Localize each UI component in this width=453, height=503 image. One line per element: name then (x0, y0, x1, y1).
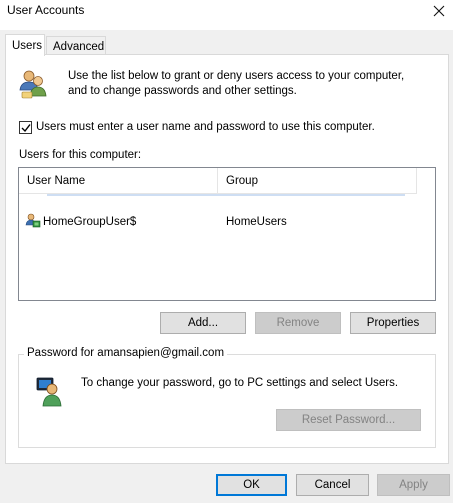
checkmark-icon (21, 123, 31, 132)
user-name-cell: HomeGroupUser$ (43, 216, 137, 228)
users-list-label: Users for this computer: (19, 149, 142, 161)
listview-header: User Name Group (19, 168, 417, 194)
tab-users-label: Users (12, 39, 43, 52)
users-listview[interactable]: User Name Group HomeGroupUser$ HomeUsers (18, 167, 436, 301)
password-group-legend: Password for amansapien@gmail.com (24, 347, 228, 359)
require-login-label[interactable]: Users must enter a user name and passwor… (36, 119, 375, 135)
users-icon (19, 70, 47, 99)
remove-user-button[interactable]: Remove (255, 312, 341, 334)
reset-password-button[interactable]: Reset Password... (276, 409, 421, 431)
title-bar: User Accounts (0, 0, 453, 30)
cancel-button[interactable]: Cancel (296, 474, 369, 496)
add-user-button[interactable]: Add... (160, 312, 246, 334)
close-button[interactable] (425, 0, 453, 22)
user-password-icon (36, 377, 62, 407)
header-focus-line (47, 194, 405, 196)
column-header-group[interactable]: Group (218, 168, 417, 194)
apply-button[interactable]: Apply (377, 474, 450, 496)
window-title: User Accounts (7, 3, 85, 17)
password-groupbox (18, 354, 436, 448)
intro-line-2: and to change passwords and other settin… (68, 85, 297, 97)
tab-advanced-label: Advanced (53, 40, 105, 53)
tab-users[interactable]: Users (5, 34, 45, 56)
close-icon (433, 5, 445, 17)
column-separator[interactable] (416, 168, 417, 194)
password-message: To change your password, go to PC settin… (81, 377, 399, 389)
require-login-checkbox[interactable] (19, 121, 32, 134)
ok-button[interactable]: OK (216, 474, 287, 496)
user-account-icon (25, 213, 41, 228)
table-row[interactable]: HomeGroupUser$ HomeUsers (19, 212, 435, 232)
tab-advanced[interactable]: Advanced (46, 36, 106, 56)
column-header-user-name[interactable]: User Name (19, 168, 217, 194)
properties-button[interactable]: Properties (350, 312, 436, 334)
intro-line-1: Use the list below to grant or deny user… (68, 70, 405, 82)
group-cell: HomeUsers (226, 216, 287, 228)
